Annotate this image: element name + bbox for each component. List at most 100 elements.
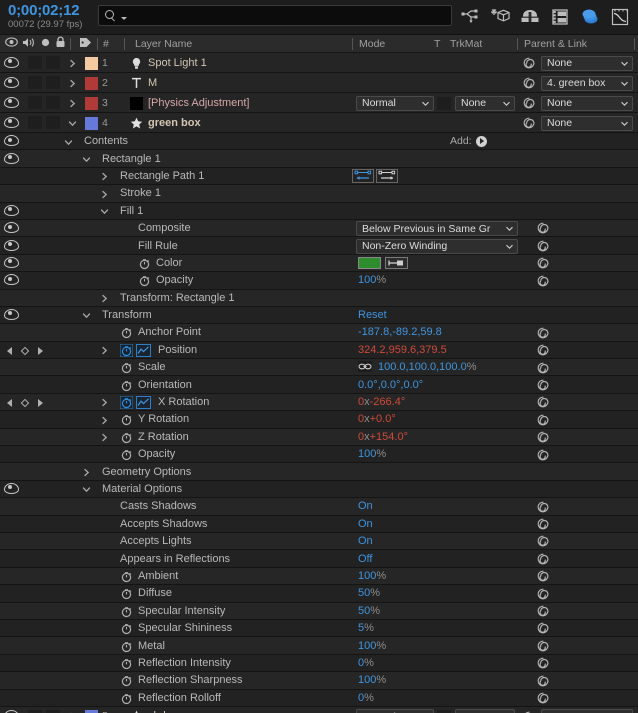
property-pickwhip-icon[interactable] <box>536 500 550 514</box>
column-header-mode[interactable]: Mode <box>359 38 385 50</box>
property-pickwhip-icon[interactable] <box>536 621 550 635</box>
property-row-accepts_lights[interactable]: Accepts Lights On <box>0 532 638 551</box>
audio-toggle[interactable] <box>28 76 42 89</box>
property-row-position[interactable]: Position 324.2,959.6,379.5 <box>0 341 638 360</box>
property-twirl-toggle[interactable] <box>100 398 109 407</box>
parent-link-dropdown[interactable]: None <box>541 115 633 131</box>
property-row-z_rotation[interactable]: Z Rotation 0x+154.0° <box>0 428 638 447</box>
property-value[interactable]: On <box>358 535 373 547</box>
property-twirl-toggle[interactable] <box>100 207 109 216</box>
video-toggle-header-icon[interactable] <box>5 37 18 50</box>
property-value[interactable]: 5% <box>358 622 374 634</box>
column-header-number[interactable]: # <box>103 38 109 50</box>
property-row-scale[interactable]: Scale 100.0,100.0,100.0% <box>0 359 638 377</box>
property-pickwhip-icon[interactable] <box>536 656 550 670</box>
search-input-wrapper[interactable] <box>98 5 452 26</box>
property-row-transform[interactable]: Transform Reset <box>0 306 638 325</box>
property-value[interactable]: On <box>358 518 373 530</box>
next-keyframe-icon[interactable] <box>38 346 43 355</box>
property-value[interactable]: 0x+0.0° <box>358 413 396 425</box>
stopwatch-toggle[interactable] <box>120 343 133 357</box>
audio-toggle[interactable] <box>28 56 42 69</box>
video-toggle[interactable] <box>0 76 20 89</box>
graph-editor-icon[interactable] <box>610 7 630 27</box>
frame-blending-icon[interactable] <box>550 7 570 27</box>
layer-row-bottom[interactable]: 5shdwNormalNoneNone <box>0 706 638 713</box>
property-pickwhip-icon[interactable] <box>536 361 550 375</box>
parent-pickwhip-icon[interactable] <box>522 116 536 130</box>
layer-name-label[interactable]: Spot Light 1 <box>148 57 207 69</box>
property-twirl-toggle[interactable] <box>100 172 109 181</box>
property-pickwhip-icon[interactable] <box>536 604 550 618</box>
layer-row[interactable]: 4 green box None <box>0 113 638 133</box>
video-toggle[interactable] <box>0 96 20 109</box>
solo-toggle[interactable] <box>46 116 60 129</box>
stopwatch-toggle[interactable] <box>120 674 133 687</box>
path-direction-buttons[interactable] <box>352 169 398 184</box>
layer-color-swatch[interactable] <box>85 56 98 70</box>
live-update-icon[interactable] <box>460 7 480 27</box>
property-pickwhip-icon[interactable] <box>536 256 550 270</box>
property-pickwhip-icon[interactable] <box>536 274 550 288</box>
video-toggle[interactable] <box>0 222 20 234</box>
solo-toggle[interactable] <box>46 96 60 109</box>
property-row-contents[interactable]: Contents Add: <box>0 133 638 151</box>
parent-link-dropdown[interactable]: None <box>541 95 633 111</box>
layer-color-swatch[interactable] <box>85 96 98 110</box>
property-value[interactable]: 100.0,100.0,100.0% <box>378 361 476 373</box>
property-value[interactable]: 100% <box>358 640 386 652</box>
audio-toggle-header-icon[interactable] <box>22 37 36 51</box>
audio-toggle[interactable] <box>28 96 42 109</box>
property-row-accepts_shadows[interactable]: Accepts Shadows On <box>0 515 638 533</box>
parent-pickwhip-icon[interactable] <box>522 96 536 110</box>
parent-link-dropdown[interactable]: 4. green box <box>541 75 633 91</box>
layer-twirl-toggle[interactable] <box>68 79 77 88</box>
stopwatch-toggle[interactable] <box>120 379 133 392</box>
blend-mode-dropdown[interactable]: Normal <box>356 709 434 713</box>
motion-blur-icon[interactable] <box>580 7 600 27</box>
stopwatch-toggle[interactable] <box>120 657 133 670</box>
add-shape-property-row[interactable]: Add: <box>450 135 487 147</box>
add-keyframe-icon[interactable] <box>20 398 30 408</box>
property-pickwhip-icon[interactable] <box>536 448 550 462</box>
blend-mode-dropdown[interactable]: Normal <box>356 95 434 111</box>
trkmat-dropdown[interactable]: None <box>455 709 515 713</box>
property-row-metal[interactable]: Metal 100% <box>0 637 638 655</box>
next-keyframe-icon[interactable] <box>38 398 43 407</box>
property-pickwhip-icon[interactable] <box>536 587 550 601</box>
layer-row[interactable]: 2 M 4. green box <box>0 73 638 93</box>
property-row-y_rotation[interactable]: Y Rotation 0x+0.0° <box>0 411 638 429</box>
property-row-stroke1[interactable]: Stroke 1 <box>0 185 638 203</box>
property-pickwhip-icon[interactable] <box>536 569 550 583</box>
property-value[interactable]: 100% <box>358 674 386 686</box>
property-value[interactable]: 0x-266.4° <box>358 396 405 408</box>
stopwatch-toggle[interactable] <box>120 326 133 339</box>
property-row-appears_in_reflections[interactable]: Appears in Reflections Off <box>0 550 638 568</box>
column-header-parent-link[interactable]: Parent & Link <box>524 38 587 50</box>
property-pickwhip-icon[interactable] <box>536 326 550 340</box>
property-row-casts_shadows[interactable]: Casts Shadows On <box>0 498 638 516</box>
property-pickwhip-icon[interactable] <box>536 239 550 253</box>
video-toggle[interactable] <box>0 274 20 286</box>
video-toggle[interactable] <box>0 309 20 321</box>
property-twirl-toggle[interactable] <box>100 346 109 355</box>
parent-pickwhip-icon[interactable] <box>522 56 536 70</box>
property-row-color[interactable]: Color <box>0 254 638 273</box>
property-value[interactable]: 50% <box>358 587 380 599</box>
property-row-reflection_sharpness[interactable]: Reflection Sharpness 100% <box>0 672 638 690</box>
property-row-rectangle1[interactable]: Rectangle 1 <box>0 150 638 168</box>
property-twirl-toggle[interactable] <box>100 294 109 303</box>
property-twirl-toggle[interactable] <box>100 433 109 442</box>
lock-toggle-header-icon[interactable] <box>55 36 66 51</box>
property-value[interactable]: 0.0°,0.0°,0.0° <box>358 379 423 391</box>
video-toggle[interactable] <box>0 204 20 217</box>
keyframe-navigator[interactable] <box>2 344 48 358</box>
property-value[interactable]: 0% <box>358 692 374 704</box>
property-row-reflection_rolloff[interactable]: Reflection Rolloff 0% <box>0 689 638 707</box>
video-toggle[interactable] <box>0 135 20 147</box>
property-pickwhip-icon[interactable] <box>536 413 550 427</box>
property-twirl-toggle[interactable] <box>82 485 91 494</box>
path-reverse-icon[interactable] <box>352 169 374 184</box>
video-toggle[interactable] <box>0 56 20 69</box>
hide-shy-layers-icon[interactable] <box>520 7 540 27</box>
